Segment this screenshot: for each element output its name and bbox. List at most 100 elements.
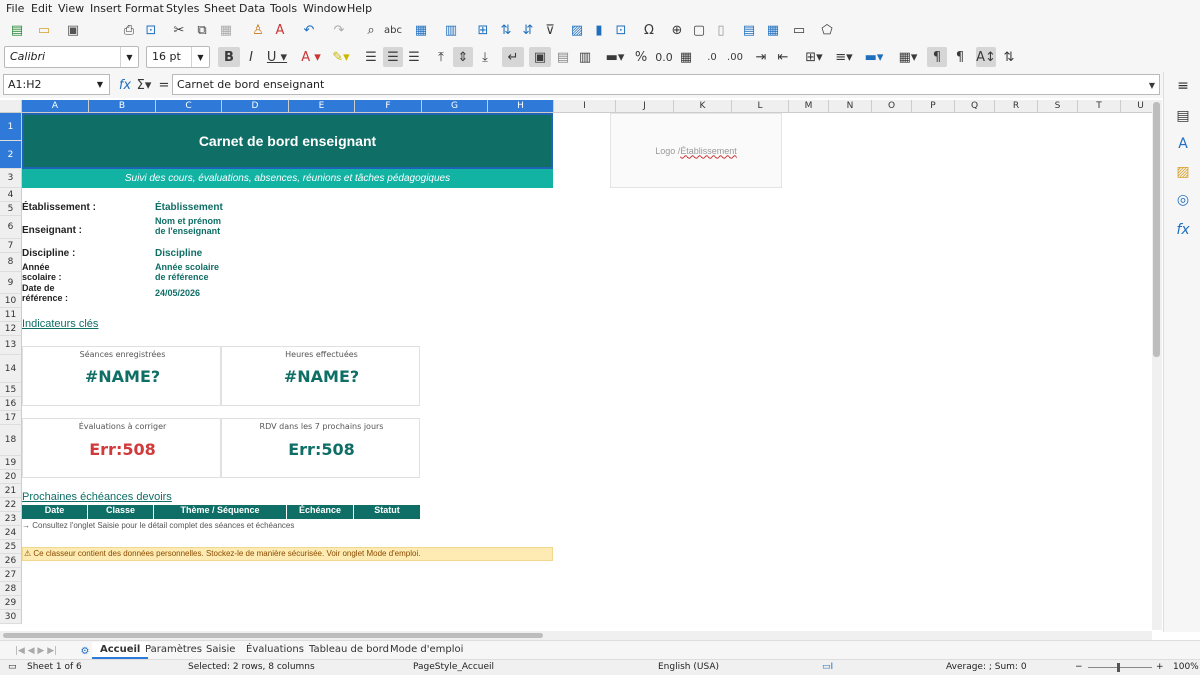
- column-header[interactable]: Q: [955, 100, 995, 113]
- kpi-value[interactable]: #NAME?: [23, 367, 222, 386]
- menu-help[interactable]: Help: [347, 2, 372, 15]
- row-header[interactable]: 2: [0, 141, 22, 169]
- align-bottom-icon[interactable]: ⤓: [476, 47, 494, 67]
- column-icon[interactable]: ▥: [440, 20, 462, 40]
- row-header[interactable]: 3: [0, 169, 22, 188]
- expand-formula-icon[interactable]: ▼: [1145, 75, 1159, 95]
- horizontal-scrollbar[interactable]: [0, 631, 1152, 640]
- selection-mode-icon[interactable]: ▭I: [822, 662, 833, 672]
- delete-decimal-icon[interactable]: .00: [724, 47, 746, 67]
- formula-icon[interactable]: =: [157, 75, 171, 95]
- language[interactable]: English (USA): [658, 662, 719, 672]
- column-header[interactable]: C: [156, 100, 222, 113]
- font-name-box[interactable]: Calibri ▼: [4, 46, 139, 68]
- properties-icon[interactable]: ▤: [1173, 108, 1193, 128]
- menu-format[interactable]: Format: [125, 2, 164, 15]
- row-header[interactable]: 22: [0, 498, 22, 512]
- row-header[interactable]: 13: [0, 336, 22, 355]
- freeze-rows-icon[interactable]: ▦: [762, 20, 784, 40]
- gallery-icon[interactable]: ▨: [1173, 164, 1193, 184]
- scroll-thumb[interactable]: [1153, 102, 1160, 357]
- merge-cells-icon[interactable]: ▥: [575, 47, 595, 67]
- row-header[interactable]: 16: [0, 397, 22, 411]
- merge-center-icon[interactable]: ▣: [529, 47, 551, 67]
- value-annee[interactable]: Année scolaire de référence: [155, 262, 230, 282]
- new-document-icon[interactable]: ▤: [6, 20, 28, 40]
- column-header[interactable]: B: [89, 100, 156, 113]
- add-decimal-icon[interactable]: .0: [701, 47, 723, 67]
- vertical-text-icon[interactable]: ⇅: [999, 47, 1019, 67]
- merge-icon[interactable]: ⊞: [474, 20, 492, 40]
- row-header[interactable]: 23: [0, 512, 22, 526]
- column-header[interactable]: O: [872, 100, 912, 113]
- menu-tools[interactable]: Tools: [270, 2, 297, 15]
- unmerge-icon[interactable]: ▤: [553, 47, 573, 67]
- show-draw-functions-icon[interactable]: ⬠: [818, 20, 836, 40]
- styles-icon[interactable]: A: [1173, 136, 1193, 156]
- row-header[interactable]: 29: [0, 596, 22, 610]
- row-header[interactable]: 30: [0, 610, 22, 624]
- save-icon[interactable]: ▣: [62, 20, 84, 40]
- sort-ascending-icon[interactable]: ⇅: [497, 20, 515, 40]
- row-header[interactable]: 21: [0, 484, 22, 498]
- wrap-text-icon[interactable]: ↵: [502, 47, 524, 67]
- image-icon[interactable]: ▨: [568, 20, 586, 40]
- currency-icon[interactable]: ▬▾: [601, 47, 629, 67]
- align-top-icon[interactable]: ⤒: [432, 47, 450, 67]
- font-size-box[interactable]: 16 pt ▼: [146, 46, 210, 68]
- column-header[interactable]: M: [789, 100, 829, 113]
- align-left-icon[interactable]: ☰: [362, 47, 380, 67]
- tab-mode-emploi[interactable]: Mode d'emploi: [382, 642, 471, 659]
- menu-view[interactable]: View: [58, 2, 84, 15]
- row-header[interactable]: 17: [0, 411, 22, 425]
- menu-window[interactable]: Window: [303, 2, 346, 15]
- comment-icon[interactable]: ▢: [690, 20, 708, 40]
- align-center-icon[interactable]: ☰: [383, 47, 403, 67]
- border-color-icon[interactable]: ▬▾: [860, 47, 888, 67]
- autofilter-icon[interactable]: ⊽: [541, 20, 559, 40]
- row-header[interactable]: 11: [0, 308, 22, 322]
- row-header[interactable]: 19: [0, 456, 22, 470]
- chevron-down-icon[interactable]: ▼: [91, 75, 109, 94]
- menu-data[interactable]: Data: [239, 2, 265, 15]
- tab-navigation-icon[interactable]: |◀ ◀ ▶ ▶|: [6, 641, 66, 661]
- zoom-level[interactable]: 100%: [1173, 662, 1199, 672]
- row-header[interactable]: 18: [0, 425, 22, 456]
- select-all-corner[interactable]: [0, 100, 22, 113]
- date-format-icon[interactable]: ▦: [677, 47, 695, 67]
- row-header[interactable]: 10: [0, 294, 22, 308]
- add-sheet-icon[interactable]: ⚙: [78, 641, 92, 661]
- special-character-icon[interactable]: Ω: [638, 20, 660, 40]
- row-header[interactable]: 8: [0, 253, 22, 272]
- zoom-slider[interactable]: [1088, 667, 1152, 668]
- column-header[interactable]: G: [422, 100, 488, 113]
- column-header[interactable]: J: [616, 100, 674, 113]
- number-format-icon[interactable]: 0.0: [653, 47, 675, 67]
- row-header[interactable]: 12: [0, 322, 22, 336]
- row-header[interactable]: 26: [0, 554, 22, 568]
- percent-icon[interactable]: %: [632, 47, 650, 67]
- value-etablissement[interactable]: Établissement: [155, 202, 235, 213]
- horizontal-text-icon[interactable]: A↕: [976, 47, 996, 67]
- menu-styles[interactable]: Styles: [166, 2, 199, 15]
- column-header[interactable]: N: [829, 100, 872, 113]
- row-header[interactable]: 9: [0, 272, 22, 294]
- italic-icon[interactable]: I: [242, 47, 260, 67]
- align-middle-icon[interactable]: ⇕: [453, 47, 473, 67]
- column-header[interactable]: H: [488, 100, 554, 113]
- column-header[interactable]: A: [22, 100, 89, 113]
- zoom-slider-thumb[interactable]: [1117, 663, 1120, 672]
- text-direction-rtl-icon[interactable]: ¶: [950, 47, 970, 67]
- open-folder-icon[interactable]: ▭: [33, 20, 55, 40]
- clone-formatting-icon[interactable]: ♙: [249, 20, 267, 40]
- undo-icon[interactable]: ↶: [298, 20, 320, 40]
- spreadsheet-grid[interactable]: Carnet de bord enseignant Suivi des cour…: [22, 113, 1152, 630]
- font-color-icon[interactable]: A ▾: [296, 47, 326, 67]
- column-header[interactable]: L: [732, 100, 789, 113]
- chevron-down-icon[interactable]: ▼: [191, 47, 209, 67]
- column-header[interactable]: I: [554, 100, 616, 113]
- menu-icon[interactable]: ≡: [1173, 78, 1193, 98]
- align-right-icon[interactable]: ☰: [405, 47, 423, 67]
- text-direction-ltr-icon[interactable]: ¶: [927, 47, 947, 67]
- privacy-warning[interactable]: ⚠ Ce classeur contient des données perso…: [22, 547, 553, 561]
